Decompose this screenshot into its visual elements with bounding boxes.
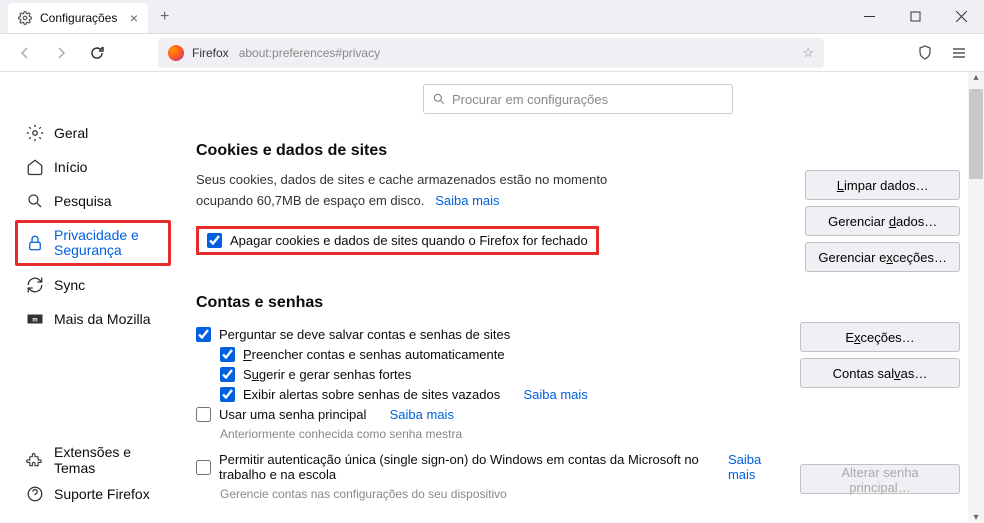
window-titlebar: Configurações × + [0,0,984,34]
new-tab-button[interactable]: + [152,8,177,26]
sidebar-label: Privacidade e Segurança [54,228,160,259]
gear-icon [26,124,44,142]
shield-icon[interactable] [910,38,940,68]
cookies-description: Seus cookies, dados de sites e cache arm… [196,170,636,212]
suggest-passwords-checkbox[interactable] [220,367,235,382]
help-icon [26,485,44,503]
alerts-label: Exibir alertas sobre senhas de sites vaz… [243,387,500,402]
master-label: Usar uma senha principal [219,407,366,422]
master-password-checkbox[interactable] [196,407,211,422]
puzzle-icon [26,451,44,469]
delete-cookies-on-close-checkbox[interactable] [207,233,222,248]
lock-icon [26,234,44,252]
scroll-up-arrow[interactable]: ▴ [968,72,984,83]
manage-data-button[interactable]: Gerenciar dados… [805,206,960,236]
sidebar-item-home[interactable]: Início [18,150,168,184]
close-window-button[interactable] [938,0,984,34]
sidebar-item-sync[interactable]: Sync [18,268,168,302]
cookies-learn-more-link[interactable]: Saiba mais [435,193,499,208]
home-icon [26,158,44,176]
logins-section: Contas e senhas Perguntar se deve salvar… [196,294,960,501]
sidebar-label: Pesquisa [54,193,112,209]
scrollbar-thumb[interactable] [969,89,983,179]
window-controls [846,0,984,34]
maximize-button[interactable] [892,0,938,34]
preferences-content: Geral Início Pesquisa Privacidade e Segu… [0,72,984,523]
sidebar-item-search[interactable]: Pesquisa [18,184,168,218]
ask-save-passwords-checkbox[interactable] [196,327,211,342]
autofill-checkbox[interactable] [220,347,235,362]
mozilla-icon: m [26,310,44,328]
preferences-main: Procurar em configurações Cookies e dado… [168,72,984,523]
tab-title: Configurações [40,11,117,25]
cookies-section: Cookies e dados de sites Seus cookies, d… [196,142,960,272]
sidebar-item-privacy[interactable]: Privacidade e Segurança [18,223,168,263]
search-icon [26,192,44,210]
firefox-logo-icon [168,45,184,61]
bookmark-star-icon[interactable]: ☆ [802,45,814,61]
sso-checkbox[interactable] [196,460,211,475]
breach-alerts-checkbox[interactable] [220,387,235,402]
sidebar-label: Mais da Mozilla [54,311,150,327]
change-master-password-button: Alterar senha principal… [800,464,960,494]
sidebar-item-general[interactable]: Geral [18,116,168,150]
sidebar-item-more-mozilla[interactable]: m Mais da Mozilla [18,302,168,336]
sync-icon [26,276,44,294]
suggest-label: Sugerir e gerar senhas fortes [243,367,411,382]
delete-cookies-label: Apagar cookies e dados de sites quando o… [230,233,588,248]
sidebar-item-support[interactable]: Suporte Firefox [18,477,168,511]
alerts-learn-more-link[interactable]: Saiba mais [523,387,587,402]
preferences-sidebar: Geral Início Pesquisa Privacidade e Segu… [0,72,168,523]
url-prefix: Firefox [192,46,229,60]
delete-cookies-highlight: Apagar cookies e dados de sites quando o… [196,226,599,255]
forward-button[interactable] [46,38,76,68]
app-menu-button[interactable] [944,38,974,68]
search-placeholder: Procurar em configurações [452,92,608,107]
sidebar-label: Início [54,159,87,175]
sidebar-label: Suporte Firefox [54,486,150,502]
scroll-down-arrow[interactable]: ▾ [968,512,984,523]
clear-data-button[interactable]: Limpar dados… [805,170,960,200]
browser-tab[interactable]: Configurações × [8,3,148,33]
master-note: Anteriormente conhecida como senha mestr… [220,427,780,441]
sso-learn-more-link[interactable]: Saiba mais [728,452,780,482]
search-icon [432,92,446,106]
back-button[interactable] [10,38,40,68]
vertical-scrollbar[interactable]: ▴ ▾ [968,72,984,523]
manage-exceptions-button[interactable]: Gerenciar exceções… [805,242,960,272]
sidebar-privacy-highlight: Privacidade e Segurança [15,220,171,266]
minimize-button[interactable] [846,0,892,34]
tab-close-button[interactable]: × [130,10,138,26]
reload-button[interactable] [82,38,112,68]
autofill-label: Preencher contas e senhas automaticament… [243,347,505,362]
gear-icon [18,11,32,25]
svg-text:m: m [32,317,37,323]
cookies-heading: Cookies e dados de sites [196,142,960,160]
sidebar-label: Sync [54,277,85,293]
sidebar-item-extensions[interactable]: Extensões e Temas [18,443,168,477]
sso-label: Permitir autenticação única (single sign… [219,452,705,482]
settings-search-input[interactable]: Procurar em configurações [423,84,733,114]
logins-exceptions-button[interactable]: Exceções… [800,322,960,352]
sidebar-label: Geral [54,125,88,141]
sso-note: Gerencie contas nas configurações do seu… [220,487,780,501]
saved-logins-button[interactable]: Contas salvas… [800,358,960,388]
url-bar[interactable]: Firefox about:preferences#privacy ☆ [158,38,824,68]
master-learn-more-link[interactable]: Saiba mais [390,407,454,422]
browser-toolbar: Firefox about:preferences#privacy ☆ [0,34,984,72]
logins-heading: Contas e senhas [196,294,960,312]
ask-save-label: Perguntar se deve salvar contas e senhas… [219,327,510,342]
url-path: about:preferences#privacy [239,46,380,60]
sidebar-label: Extensões e Temas [54,444,160,476]
